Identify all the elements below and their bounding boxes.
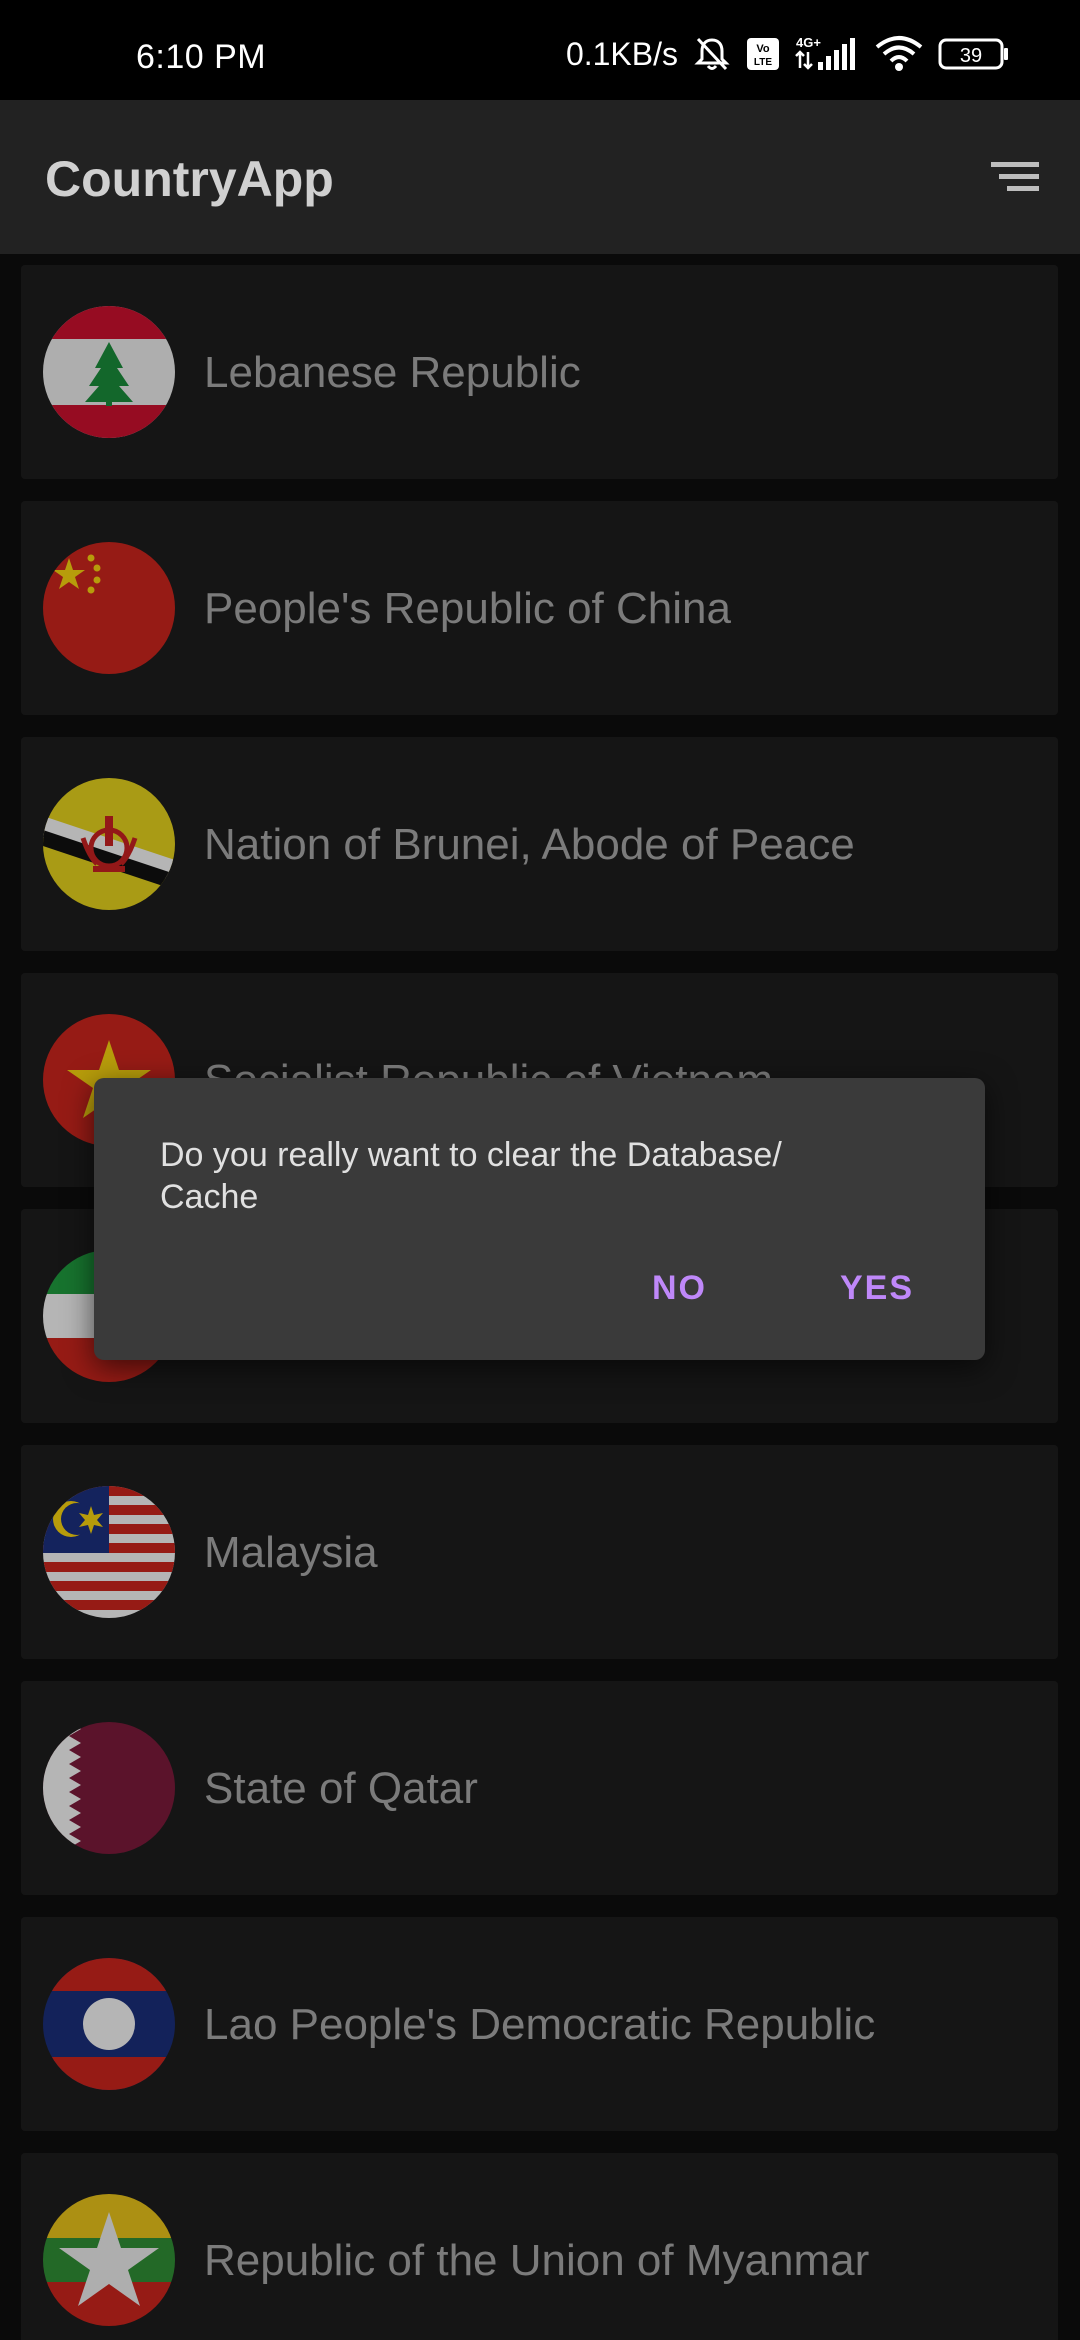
clear-cache-dialog: Do you really want to clear the Database…	[94, 1078, 985, 1360]
net-speed: 0.1KB/s	[565, 35, 678, 72]
network-type: 4G+	[796, 35, 821, 50]
app-bar: CountryApp	[0, 100, 1080, 254]
wifi-icon	[874, 35, 924, 73]
volte-icon: Vo LTE	[746, 37, 780, 71]
status-time: 6:10 PM	[136, 38, 267, 76]
battery-level: 39	[960, 45, 982, 67]
signal-icon: 4G+	[794, 34, 860, 74]
app-title: CountryApp	[45, 151, 334, 207]
status-icons: 0.1KB/s Vo LTE 4G+ 39	[566, 34, 1010, 74]
mute-icon	[692, 36, 732, 72]
svg-text:Vo: Vo	[756, 43, 770, 55]
battery-icon: 39	[938, 37, 1010, 71]
svg-text:LTE: LTE	[754, 57, 772, 68]
yes-button[interactable]: YES	[820, 1260, 934, 1316]
status-bar: 6:10 PM 0.1KB/s Vo LTE 4G+ 39	[0, 0, 1080, 100]
no-button[interactable]: NO	[632, 1260, 727, 1316]
dialog-message: Do you really want to clear the Database…	[160, 1136, 782, 1216]
sort-menu-icon	[991, 162, 1039, 191]
sort-menu-button[interactable]	[986, 152, 1044, 202]
screen: 6:10 PM 0.1KB/s Vo LTE 4G+ 39 CountryApp…	[0, 0, 1080, 2340]
